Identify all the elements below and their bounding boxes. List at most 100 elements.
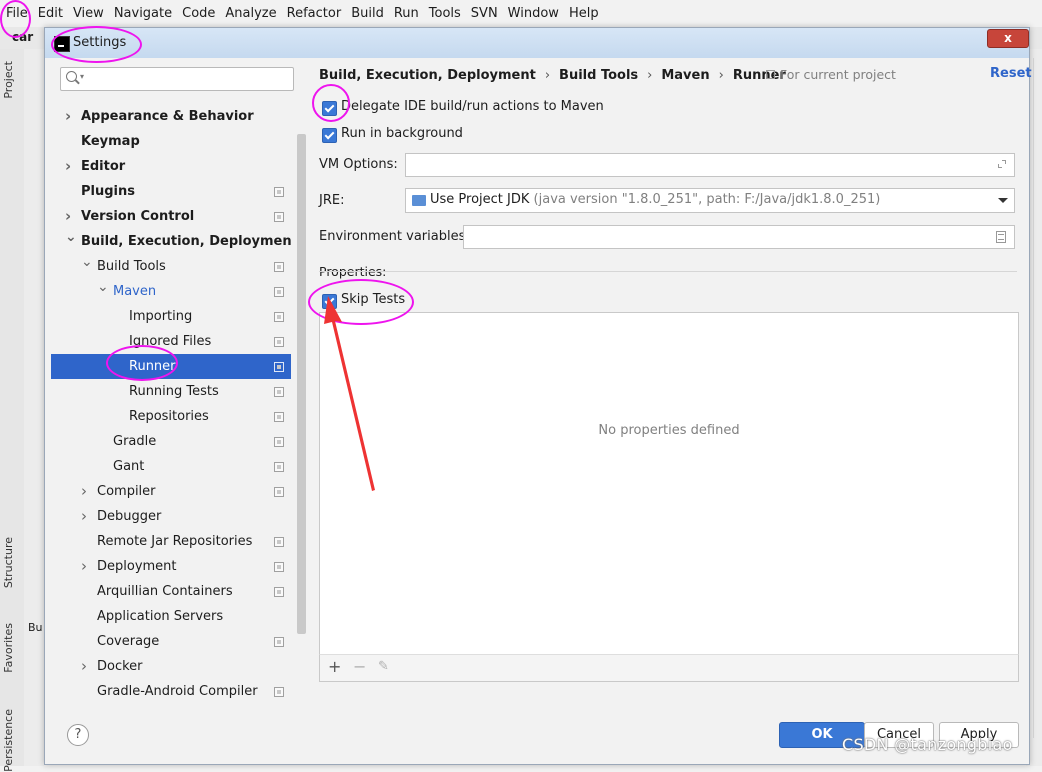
add-icon[interactable]: + bbox=[328, 658, 341, 676]
settings-dialog: Settings x ▾ › Appearance & Behavior Keyma… bbox=[44, 27, 1034, 765]
menu-edit[interactable]: Edit bbox=[33, 0, 68, 27]
tree-item[interactable]: Application Servers bbox=[51, 604, 291, 629]
project-scope-icon bbox=[274, 587, 284, 597]
tool-tab-project[interactable]: Project bbox=[2, 61, 15, 99]
tree-item-label: Remote Jar Repositories bbox=[97, 534, 253, 549]
tree-item-label: Gant bbox=[113, 459, 145, 474]
run-in-background-checkbox[interactable] bbox=[322, 128, 337, 143]
chevron-right-icon[interactable]: › bbox=[65, 154, 71, 179]
delegate-label[interactable]: Delegate IDE build/run actions to Maven bbox=[341, 99, 604, 114]
tree-item[interactable]: › Deployment bbox=[51, 554, 291, 579]
tree-item[interactable]: Plugins bbox=[51, 179, 291, 204]
breadcrumb: Build, Execution, Deployment › Build Too… bbox=[319, 66, 786, 84]
expand-icon[interactable] bbox=[998, 160, 1006, 168]
reset-link[interactable]: Reset bbox=[990, 66, 1032, 81]
project-scope-icon bbox=[274, 362, 284, 372]
chevron-right-icon[interactable]: › bbox=[81, 479, 87, 504]
tree-item[interactable]: Arquillian Containers bbox=[51, 579, 291, 604]
tree-item-label: Editor bbox=[81, 159, 126, 174]
right-divider bbox=[1033, 58, 1034, 738]
environment-variables-label: Environment variables: bbox=[319, 229, 470, 244]
menu-analyze[interactable]: Analyze bbox=[220, 0, 281, 27]
build-tab[interactable]: Bu bbox=[28, 621, 43, 634]
menu-help[interactable]: Help bbox=[564, 0, 604, 27]
environment-variables-field[interactable] bbox=[463, 225, 1015, 249]
chevron-right-icon[interactable]: › bbox=[65, 104, 71, 129]
settings-tree: › Appearance & Behavior Keymap › Editor Plugi… bbox=[51, 104, 291, 738]
help-icon[interactable]: ? bbox=[67, 724, 89, 746]
remove-icon[interactable]: − bbox=[353, 658, 366, 676]
tree-item[interactable]: Keymap bbox=[51, 129, 291, 154]
document-icon[interactable] bbox=[996, 231, 1006, 243]
chevron-right-icon[interactable]: › bbox=[81, 504, 87, 529]
tree-item[interactable]: › Docker bbox=[51, 654, 291, 679]
project-scope-icon bbox=[274, 337, 284, 347]
tree-item-label: Gradle-Android Compiler bbox=[97, 684, 258, 699]
tree-item[interactable]: › Editor bbox=[51, 154, 291, 179]
jre-label: JRE: bbox=[319, 193, 345, 208]
run-in-background-label[interactable]: Run in background bbox=[341, 126, 463, 141]
menu-run[interactable]: Run bbox=[389, 0, 424, 27]
tree-item[interactable]: ⌄ Maven bbox=[51, 279, 291, 304]
settings-search-input[interactable]: ▾ bbox=[60, 67, 294, 91]
chevron-down-icon[interactable] bbox=[998, 198, 1008, 203]
project-scope-icon bbox=[274, 462, 284, 472]
menu-view[interactable]: View bbox=[68, 0, 109, 27]
menu-window[interactable]: Window bbox=[503, 0, 564, 27]
tree-item[interactable]: Gant bbox=[51, 454, 291, 479]
menu-svn[interactable]: SVN bbox=[466, 0, 503, 27]
breadcrumb-item[interactable]: Build Tools bbox=[559, 68, 638, 83]
tree-item[interactable]: › Debugger bbox=[51, 504, 291, 529]
tool-tab-structure[interactable]: Structure bbox=[2, 537, 15, 588]
menu-code[interactable]: Code bbox=[177, 0, 220, 27]
tree-item[interactable]: Coverage bbox=[51, 629, 291, 654]
annotation-circle bbox=[312, 84, 350, 122]
menu-build[interactable]: Build bbox=[346, 0, 389, 27]
chevron-right-icon[interactable]: › bbox=[81, 554, 87, 579]
tree-item[interactable]: › Appearance & Behavior bbox=[51, 104, 291, 129]
tree-item-label: Docker bbox=[97, 659, 143, 674]
breadcrumb-separator: › bbox=[718, 67, 724, 83]
chevron-down-icon[interactable]: ⌄ bbox=[97, 275, 109, 300]
tree-item-label: Application Servers bbox=[97, 609, 224, 624]
properties-toolbar: + − ✎ bbox=[319, 654, 1019, 682]
chevron-down-icon[interactable]: ⌄ bbox=[65, 225, 77, 250]
tree-item[interactable]: Importing bbox=[51, 304, 291, 329]
edit-icon[interactable]: ✎ bbox=[378, 658, 389, 676]
folder-icon bbox=[412, 195, 426, 206]
chevron-down-icon[interactable]: ⌄ bbox=[81, 250, 93, 275]
tool-tab-persistence[interactable]: Persistence bbox=[2, 709, 15, 772]
tree-item[interactable]: Running Tests bbox=[51, 379, 291, 404]
menu-tools[interactable]: Tools bbox=[424, 0, 466, 27]
tree-item[interactable]: Ignored Files bbox=[51, 329, 291, 354]
tree-item[interactable]: Gradle-Android Compiler bbox=[51, 679, 291, 704]
menu-navigate[interactable]: Navigate bbox=[109, 0, 177, 27]
tree-item-label: Coverage bbox=[97, 634, 160, 649]
menu-refactor[interactable]: Refactor bbox=[282, 0, 347, 27]
sidebar-scrollbar[interactable] bbox=[297, 134, 306, 634]
tree-item-label: Build, Execution, Deployment bbox=[81, 234, 291, 249]
tree-item-label: Running Tests bbox=[129, 384, 219, 399]
tree-item-label: Version Control bbox=[81, 209, 195, 224]
tree-item[interactable]: Remote Jar Repositories bbox=[51, 529, 291, 554]
jre-select[interactable]: Use Project JDK (java version "1.8.0_251… bbox=[405, 188, 1015, 213]
jre-value: Use Project JDK bbox=[430, 192, 530, 207]
no-properties-text: No properties defined bbox=[598, 423, 740, 438]
project-scope-icon bbox=[274, 537, 284, 547]
project-scope-icon bbox=[274, 262, 284, 272]
for-current-project-label: For current project bbox=[766, 67, 896, 82]
search-history-dropdown-icon[interactable]: ▾ bbox=[80, 72, 84, 81]
tree-item[interactable]: › Version Control bbox=[51, 204, 291, 229]
tool-tab-favorites[interactable]: Favorites bbox=[2, 623, 15, 673]
close-button[interactable]: x bbox=[987, 29, 1029, 48]
tree-item[interactable]: › Compiler bbox=[51, 479, 291, 504]
breadcrumb-item[interactable]: Maven bbox=[661, 68, 709, 83]
tree-item[interactable]: Repositories bbox=[51, 404, 291, 429]
tree-item[interactable]: Gradle bbox=[51, 429, 291, 454]
properties-table[interactable]: No properties defined bbox=[319, 312, 1019, 680]
tree-item[interactable]: ⌄ Build Tools bbox=[51, 254, 291, 279]
annotation-circle bbox=[106, 345, 178, 381]
chevron-right-icon[interactable]: › bbox=[81, 654, 87, 679]
breadcrumb-item[interactable]: Build, Execution, Deployment bbox=[319, 68, 536, 83]
vm-options-field[interactable] bbox=[405, 153, 1015, 177]
